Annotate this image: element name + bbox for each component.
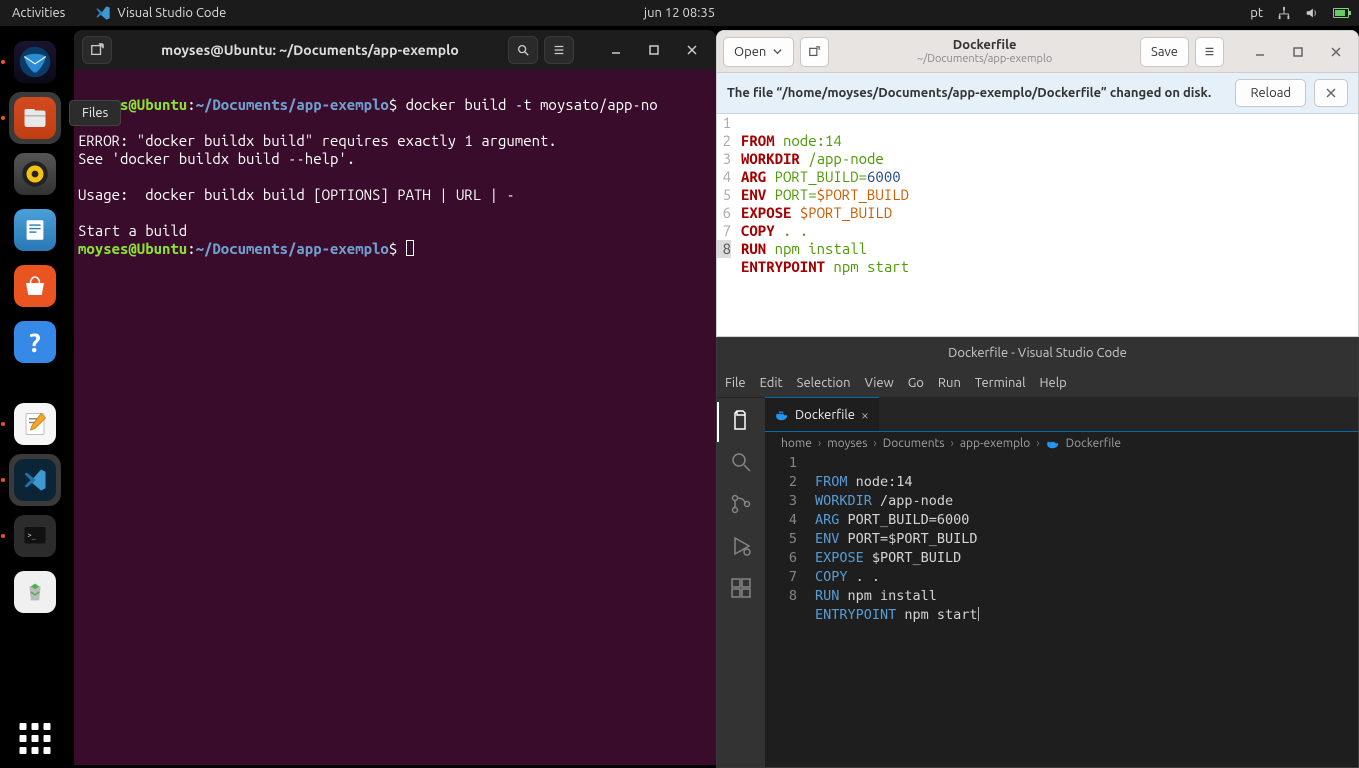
vscode-titlebar[interactable]: Dockerfile - Visual Studio Code bbox=[717, 338, 1358, 368]
code-content[interactable]: FROM node:14 WORKDIR /app-node ARG PORT_… bbox=[815, 454, 1358, 767]
minimize-button[interactable] bbox=[1244, 38, 1276, 66]
dock-trash[interactable] bbox=[9, 566, 61, 618]
breadcrumb[interactable]: home› moyses› Documents› app-exemplo› Do… bbox=[765, 432, 1358, 454]
dock-text-editor[interactable] bbox=[9, 398, 61, 450]
prompt-user: moyses@Ubuntu bbox=[78, 240, 187, 257]
close-button[interactable] bbox=[1320, 38, 1352, 66]
files-tooltip: Files bbox=[69, 100, 121, 126]
terminal-output: ERROR: "docker buildx build" requires ex… bbox=[78, 132, 557, 149]
menu-selection[interactable]: Selection bbox=[797, 376, 851, 390]
menu-run[interactable]: Run bbox=[938, 376, 961, 390]
gedit-window: Open Dockerfile ~/Documents/app-exemplo … bbox=[716, 30, 1359, 337]
docker-icon bbox=[1046, 436, 1060, 450]
command-line: docker build -t moysato/app-no bbox=[397, 96, 657, 113]
input-lang[interactable]: pt bbox=[1250, 6, 1263, 20]
maximize-button[interactable] bbox=[638, 36, 670, 64]
open-button[interactable]: Open bbox=[723, 37, 794, 67]
run-debug-icon[interactable] bbox=[729, 534, 753, 558]
menu-terminal[interactable]: Terminal bbox=[975, 376, 1026, 390]
battery-icon[interactable] bbox=[1333, 8, 1349, 18]
dock-terminal[interactable]: >_ bbox=[9, 510, 61, 562]
network-icon[interactable] bbox=[1277, 6, 1291, 20]
prompt-path: ~/Documents/app-exemplo bbox=[196, 240, 389, 257]
dock-vscode[interactable] bbox=[9, 454, 61, 506]
new-tab-button[interactable] bbox=[82, 36, 112, 64]
extensions-icon[interactable] bbox=[729, 576, 753, 600]
source-control-icon[interactable] bbox=[729, 492, 753, 516]
notification-text: The file “/home/moyses/Documents/app-exe… bbox=[727, 85, 1227, 101]
vscode-icon bbox=[95, 5, 111, 21]
activity-bar bbox=[717, 398, 765, 767]
terminal-window: moyses@Ubuntu: ~/Documents/app-exemplo m… bbox=[74, 30, 716, 765]
terminal-body[interactable]: moyses@Ubuntu:~/Documents/app-exemplo$ d… bbox=[74, 70, 716, 276]
line-numbers: 12345678 bbox=[717, 114, 735, 294]
explorer-icon[interactable] bbox=[729, 408, 753, 432]
terminal-menu-button[interactable] bbox=[544, 36, 574, 64]
menu-help[interactable]: Help bbox=[1039, 376, 1066, 390]
close-tab-icon[interactable]: × bbox=[861, 407, 869, 423]
vscode-window: Dockerfile - Visual Studio Code File Edi… bbox=[716, 337, 1359, 768]
dock-files[interactable]: Files bbox=[9, 92, 61, 144]
minimize-button[interactable] bbox=[600, 36, 632, 64]
tab-dockerfile[interactable]: Dockerfile × bbox=[765, 397, 879, 431]
save-button[interactable]: Save bbox=[1140, 37, 1189, 67]
focused-app-name[interactable]: Visual Studio Code bbox=[117, 6, 226, 20]
menu-file[interactable]: File bbox=[725, 376, 746, 390]
new-tab-button[interactable] bbox=[800, 37, 829, 67]
prompt-end: $ bbox=[389, 240, 397, 257]
dock: Files ? >_ bbox=[0, 26, 70, 768]
menu-go[interactable]: Go bbox=[908, 376, 924, 390]
prompt-end: $ bbox=[389, 96, 397, 113]
svg-text:>_: >_ bbox=[28, 532, 37, 540]
cursor bbox=[406, 240, 414, 256]
prompt-sep: : bbox=[187, 240, 195, 257]
gedit-editor[interactable]: 12345678 FROM node:14 WORKDIR /app-node … bbox=[717, 114, 1358, 294]
terminal-output: Start a build bbox=[78, 222, 187, 239]
prompt-sep: : bbox=[187, 96, 195, 113]
clock[interactable]: jun 12 08:35 bbox=[644, 6, 715, 20]
terminal-search-button[interactable] bbox=[508, 36, 538, 64]
gnome-topbar: Activities Visual Studio Code jun 12 08:… bbox=[0, 0, 1359, 26]
dock-thunderbird[interactable] bbox=[9, 36, 61, 88]
gedit-reload-notification: The file “/home/moyses/Documents/app-exe… bbox=[717, 73, 1358, 114]
activities-button[interactable]: Activities bbox=[12, 6, 65, 20]
docker-icon bbox=[775, 408, 789, 422]
menu-view[interactable]: View bbox=[865, 376, 894, 390]
terminal-output: See 'docker buildx build --help'. bbox=[78, 150, 355, 167]
dock-writer[interactable] bbox=[9, 204, 61, 256]
volume-icon[interactable] bbox=[1305, 6, 1319, 20]
show-applications[interactable] bbox=[20, 723, 51, 754]
reload-button[interactable]: Reload bbox=[1235, 79, 1306, 107]
cursor bbox=[978, 607, 979, 621]
line-numbers: 12345678 bbox=[765, 454, 815, 767]
code-content[interactable]: FROM node:14 WORKDIR /app-node ARG PORT_… bbox=[735, 114, 1358, 294]
vscode-menubar: File Edit Selection View Go Run Terminal… bbox=[717, 368, 1358, 398]
dock-software[interactable] bbox=[9, 260, 61, 312]
search-icon[interactable] bbox=[729, 450, 753, 474]
terminal-titlebar[interactable]: moyses@Ubuntu: ~/Documents/app-exemplo bbox=[74, 30, 716, 70]
gedit-titlebar[interactable]: Open Dockerfile ~/Documents/app-exemplo … bbox=[717, 31, 1358, 73]
tab-bar: Dockerfile × bbox=[765, 398, 1358, 432]
terminal-output: Usage: docker buildx build [OPTIONS] PAT… bbox=[78, 186, 515, 203]
dock-help[interactable]: ? bbox=[9, 316, 61, 368]
gedit-menu-button[interactable] bbox=[1195, 37, 1224, 67]
close-button[interactable] bbox=[676, 36, 708, 64]
dock-music[interactable] bbox=[9, 148, 61, 200]
dismiss-notification-button[interactable] bbox=[1314, 79, 1348, 107]
gedit-title: Dockerfile ~/Documents/app-exemplo bbox=[835, 38, 1134, 64]
prompt-path: ~/Documents/app-exemplo bbox=[196, 96, 389, 113]
maximize-button[interactable] bbox=[1282, 38, 1314, 66]
vscode-editor[interactable]: 12345678 FROM node:14 WORKDIR /app-node … bbox=[765, 454, 1358, 767]
menu-edit[interactable]: Edit bbox=[760, 376, 783, 390]
terminal-title: moyses@Ubuntu: ~/Documents/app-exemplo bbox=[118, 42, 502, 58]
